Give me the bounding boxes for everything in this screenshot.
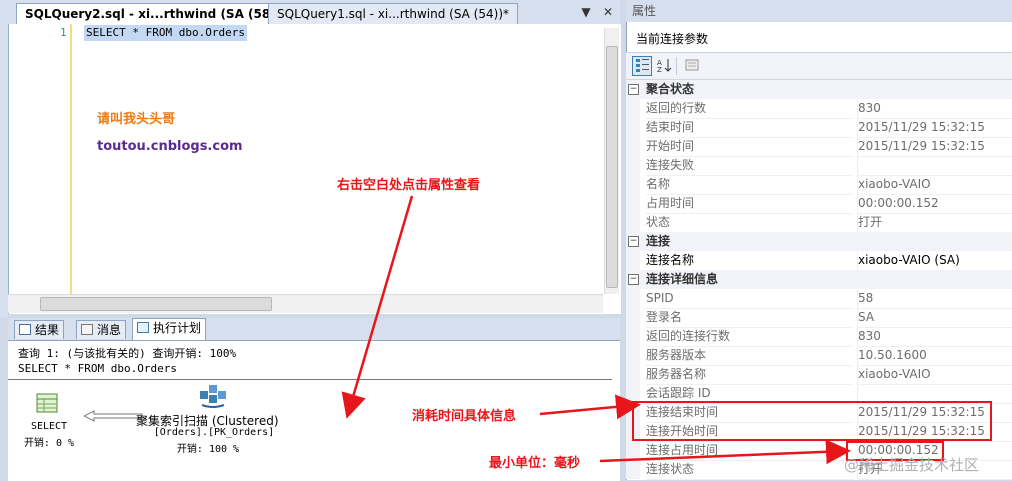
annotation-time-info: 消耗时间具体信息 bbox=[412, 409, 517, 424]
annotation-right-click: 右击空白处点击属性查看 bbox=[337, 178, 481, 193]
watermark: @稀土掘金技术社区 bbox=[844, 456, 980, 474]
annotation-min-unit: 最小单位：毫秒 bbox=[489, 456, 581, 471]
